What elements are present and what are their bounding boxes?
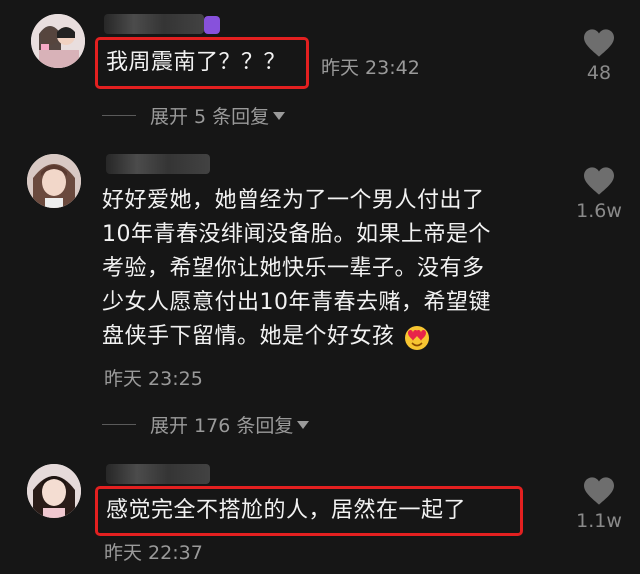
heart-icon (584, 477, 614, 505)
caret-down-icon (297, 420, 310, 429)
comment-time: 昨天 22:37 (104, 542, 203, 564)
comment-line: 盘侠手下留情。她是个好女孩 (102, 324, 395, 349)
like-count: 1.6w (576, 200, 622, 222)
like-button[interactable]: 1.1w (569, 476, 629, 532)
username-redacted[interactable] (106, 154, 210, 174)
like-count: 1.1w (576, 510, 622, 532)
expand-replies-label: 展开 176 条回复 (150, 415, 294, 437)
comment-line: 少女人愿意付出10年青春去赌，希望键 (102, 290, 491, 315)
comment-text: 我周震南了？？？ (106, 50, 287, 75)
expand-replies-button[interactable]: 展开 176 条回复 (102, 411, 310, 438)
divider-line (102, 424, 136, 425)
comment-line: 10年青春没绯闻没备胎。如果上帝是个 (102, 222, 491, 247)
heart-eyes-emoji-icon (405, 326, 430, 350)
comment-line-last: 盘侠手下留情。她是个好女孩 (102, 320, 552, 354)
expand-replies-label: 展开 5 条回复 (150, 106, 270, 128)
comment-line: 好好爱她，她曾经为了一个男人付出了 (102, 188, 485, 213)
expand-replies-button[interactable]: 展开 5 条回复 (102, 102, 286, 129)
like-button[interactable]: 1.6w (569, 166, 629, 222)
heart-icon (584, 167, 614, 195)
avatar[interactable] (27, 464, 81, 518)
divider-line (102, 115, 136, 116)
username-redacted[interactable] (106, 464, 210, 484)
comment-line: 考验，希望你让她快乐一辈子。没有多 (102, 256, 485, 281)
caret-down-icon (273, 111, 286, 120)
comment-time: 昨天 23:42 (321, 57, 420, 79)
comment-text-highlighted[interactable]: 我周震南了？？？ (95, 37, 309, 89)
username-badge (204, 16, 220, 34)
comment-text-highlighted[interactable]: 感觉完全不搭尬的人，居然在一起了 (95, 486, 523, 536)
heart-icon (584, 29, 614, 57)
comment-text[interactable]: 好好爱她，她曾经为了一个男人付出了 10年青春没绯闻没备胎。如果上帝是个 考验，… (102, 184, 552, 354)
avatar[interactable] (27, 154, 81, 208)
like-button[interactable]: 48 (569, 28, 629, 84)
comment-time: 昨天 23:25 (104, 368, 203, 390)
username-redacted[interactable] (104, 14, 204, 34)
like-count: 48 (586, 62, 612, 84)
comment-text: 感觉完全不搭尬的人，居然在一起了 (106, 498, 467, 523)
avatar[interactable] (31, 14, 85, 68)
